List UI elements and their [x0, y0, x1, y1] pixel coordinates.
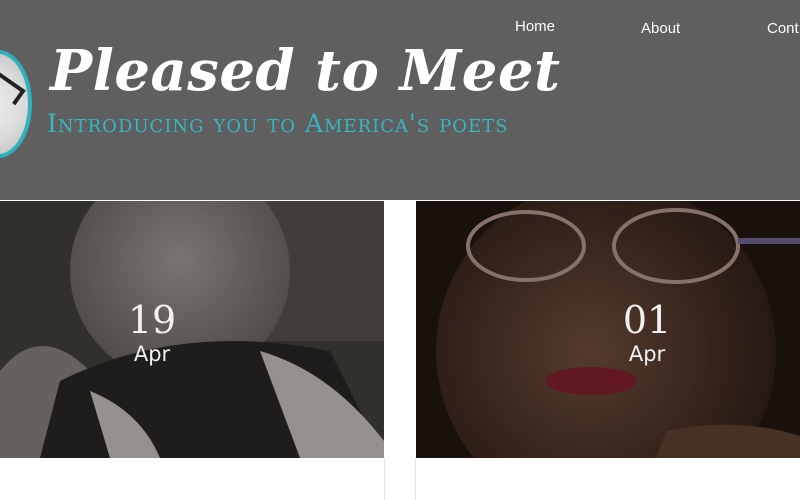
post-date: 01 Apr [607, 300, 687, 368]
card-border [415, 458, 416, 500]
post-card[interactable] [0, 201, 384, 458]
poet-photo [0, 201, 384, 458]
post-day: 01 [622, 298, 672, 342]
card-border [384, 458, 385, 500]
nav-home[interactable]: Home [515, 18, 555, 35]
glasses-icon [0, 68, 26, 106]
post-month: Apr [628, 342, 666, 366]
site-tagline: Introducing you to America's poets [47, 109, 509, 138]
main-nav: Home About Cont [0, 0, 800, 60]
site-logo[interactable] [0, 50, 32, 158]
site-header: Pleased to Meet Introducing you to Ameri… [0, 0, 800, 200]
post-day: 19 [127, 298, 177, 342]
nav-about[interactable]: About [641, 20, 680, 37]
nav-contact[interactable]: Cont [767, 20, 799, 37]
post-date: 19 Apr [112, 300, 192, 368]
post-month: Apr [133, 342, 171, 366]
